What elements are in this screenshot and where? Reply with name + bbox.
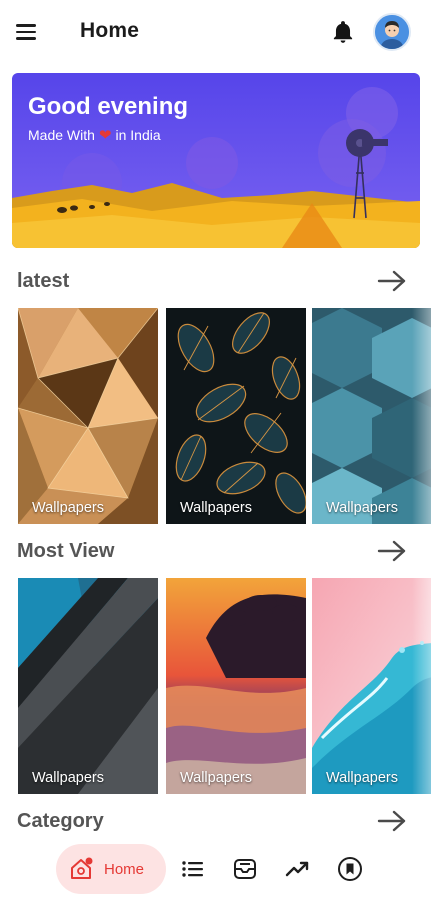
wallpaper-card-label: Wallpapers	[180, 500, 252, 516]
top-app-bar: Home	[0, 0, 431, 64]
latest-wallpaper-row: Wallpapers Wallpapers Wallpapers	[18, 308, 431, 524]
bottom-navigation: Home	[0, 838, 431, 900]
wallpaper-card[interactable]: Wallpapers	[166, 308, 306, 524]
wallpaper-thumbnail	[18, 308, 158, 524]
arrow-right-icon[interactable]	[376, 268, 408, 294]
greeting-banner: Good evening Made With ❤ in India	[12, 73, 420, 248]
trending-icon[interactable]	[285, 856, 311, 882]
home-icon	[71, 857, 93, 879]
most-view-wallpaper-row: Wallpapers Wallpapers Wallpapers	[18, 578, 431, 794]
wallpaper-thumbnail	[166, 308, 306, 524]
app-root: Home Good evening Made With ❤ in India l…	[0, 0, 431, 900]
wallpaper-card-label: Wallpapers	[326, 500, 398, 516]
heart-icon: ❤	[98, 127, 112, 144]
made-with-prefix: Made With	[28, 127, 95, 143]
user-avatar[interactable]	[373, 13, 411, 51]
bookmark-icon[interactable]	[337, 856, 363, 882]
nav-home-label: Home	[104, 860, 145, 878]
wallpaper-card-label: Wallpapers	[32, 500, 104, 516]
wallpaper-card-label: Wallpapers	[32, 770, 104, 786]
arrow-right-icon[interactable]	[376, 808, 408, 834]
greeting-title: Good evening	[28, 93, 189, 120]
section-title-most-view: Most View	[17, 540, 115, 562]
list-icon[interactable]	[180, 856, 206, 882]
wallpaper-thumbnail	[312, 578, 431, 794]
wallpaper-card[interactable]: Wallpapers	[312, 578, 431, 794]
wallpaper-thumbnail	[18, 578, 158, 794]
wallpaper-card[interactable]: Wallpapers	[166, 578, 306, 794]
hamburger-menu-icon[interactable]	[16, 18, 44, 46]
wallpaper-thumbnail	[312, 308, 431, 524]
made-with-text: Made With ❤ in India	[28, 126, 161, 144]
page-title: Home	[80, 19, 140, 42]
section-title-latest: latest	[17, 270, 70, 292]
section-title-category: Category	[17, 810, 104, 832]
wallpaper-card[interactable]: Wallpapers	[18, 308, 158, 524]
wallpaper-thumbnail	[166, 578, 306, 794]
nav-item-home[interactable]: Home	[56, 844, 166, 894]
wallpaper-card-label: Wallpapers	[180, 770, 252, 786]
inbox-icon[interactable]	[232, 856, 258, 882]
wallpaper-card-label: Wallpapers	[326, 770, 398, 786]
arrow-right-icon[interactable]	[376, 538, 408, 564]
wallpaper-card[interactable]: Wallpapers	[312, 308, 431, 524]
bell-icon[interactable]	[330, 18, 356, 46]
wallpaper-card[interactable]: Wallpapers	[18, 578, 158, 794]
made-with-suffix: in India	[115, 127, 161, 143]
